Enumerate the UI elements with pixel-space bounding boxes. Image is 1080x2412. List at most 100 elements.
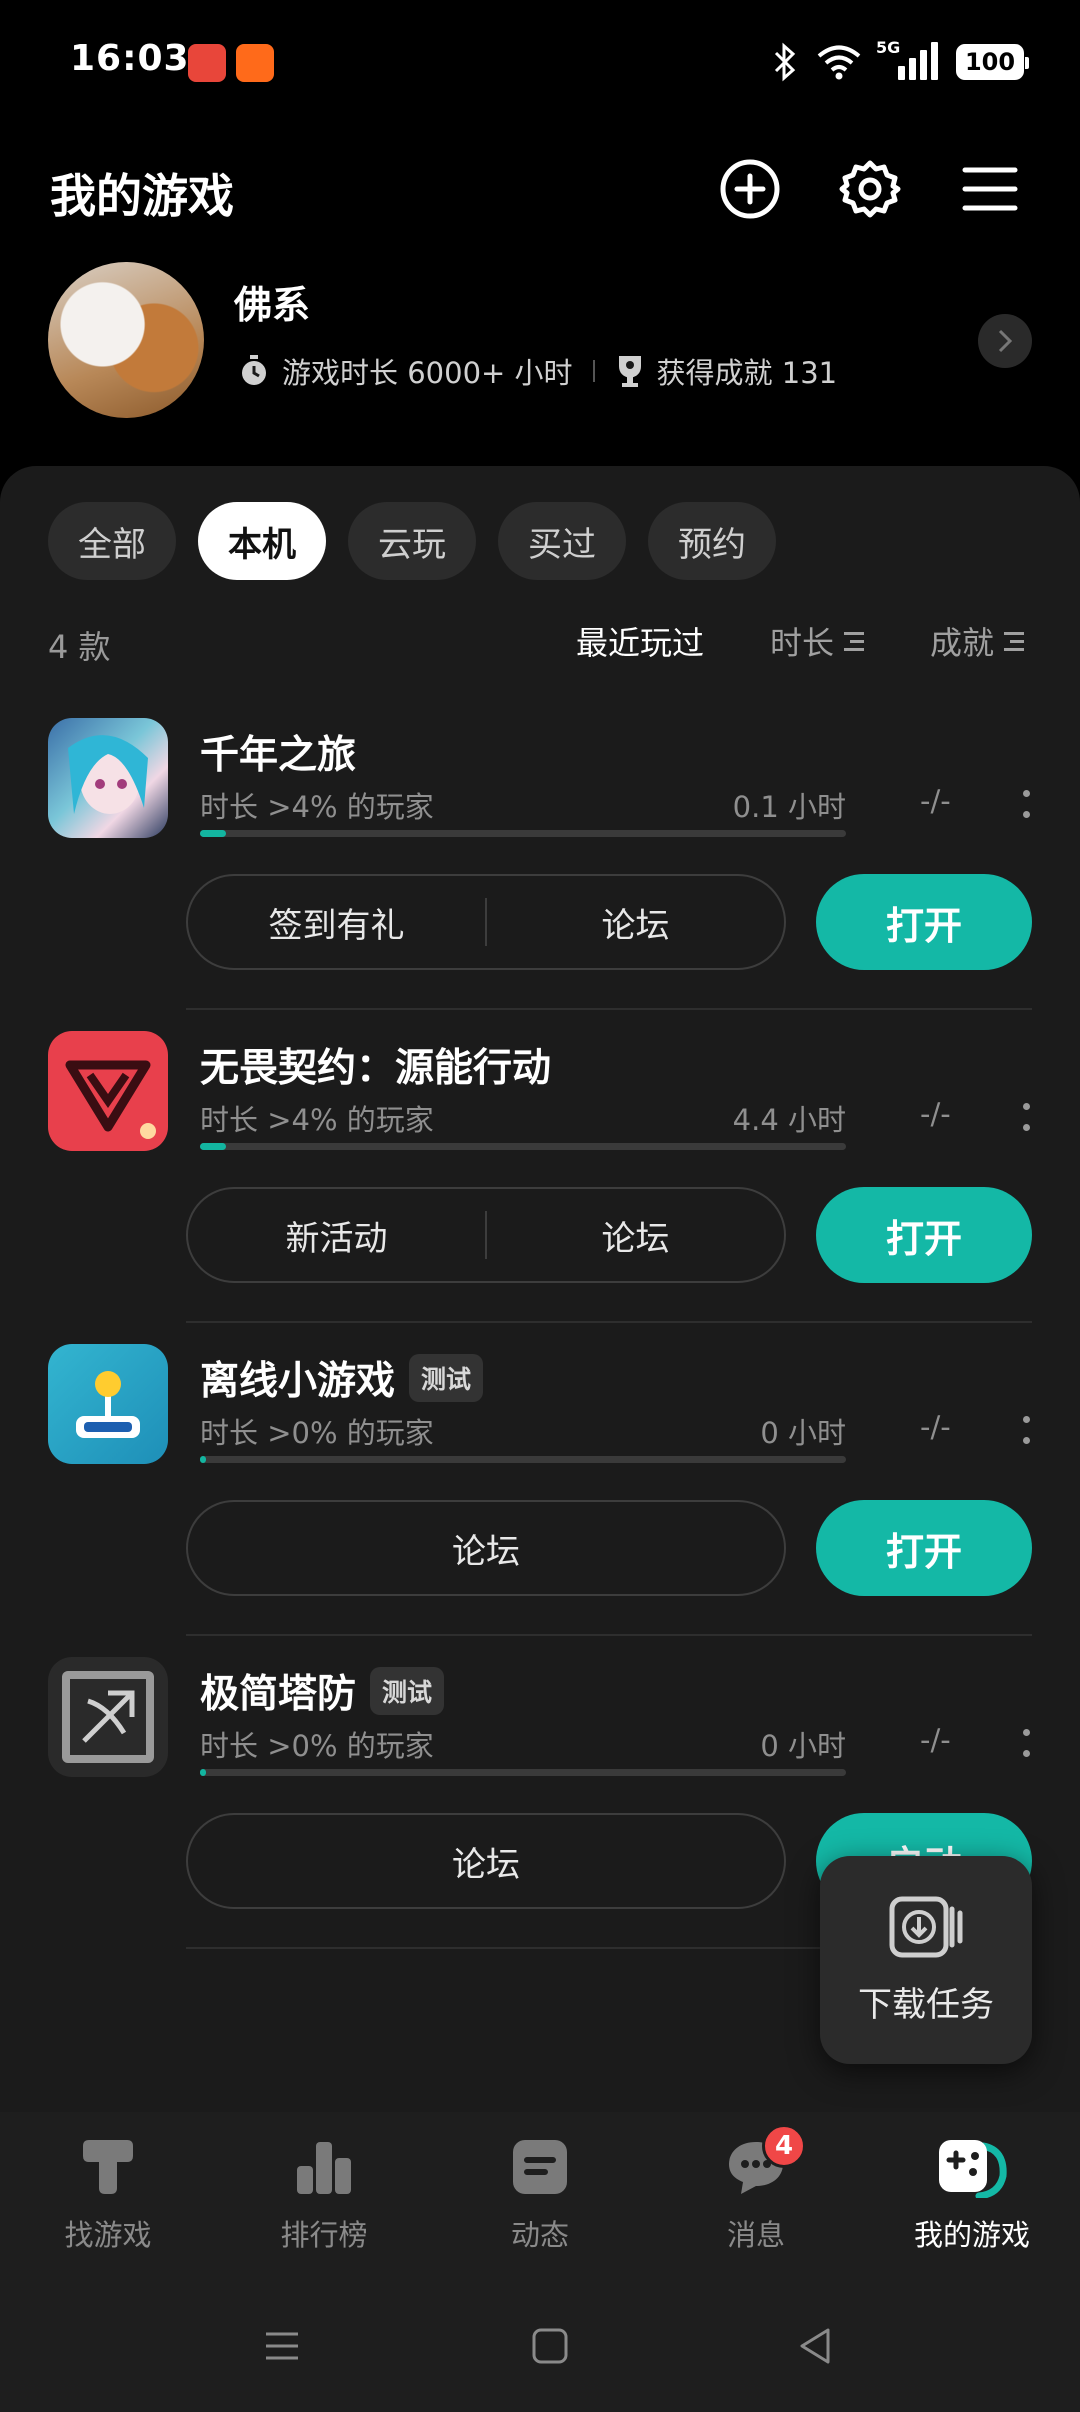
- tab-cloud[interactable]: 云玩: [348, 502, 476, 580]
- nav-my-games[interactable]: 我的游戏: [864, 2112, 1080, 2282]
- more-options-icon[interactable]: [1020, 1729, 1032, 1757]
- page-title: 我的游戏: [50, 169, 234, 223]
- game-subtitle: 时长 >4% 的玩家: [200, 1103, 434, 1137]
- new-event-button[interactable]: 新活动: [188, 1211, 485, 1260]
- avatar[interactable]: [48, 262, 204, 418]
- sort-duration-label: 时长: [769, 624, 834, 662]
- nav-feed[interactable]: 动态: [432, 2112, 648, 2282]
- game-name: 极简塔防: [200, 1672, 357, 1717]
- game-icon-qiannian[interactable]: [48, 718, 168, 838]
- plus-circle-icon: [720, 159, 780, 219]
- unread-badge: 4: [762, 2124, 806, 2168]
- test-badge: 测试: [409, 1354, 484, 1402]
- cellular-signal-icon: 5G: [876, 38, 938, 80]
- system-navigation-bar: [0, 2282, 1080, 2412]
- forum-button[interactable]: 论坛: [188, 1524, 784, 1573]
- menu-button[interactable]: [955, 154, 1025, 224]
- game-row[interactable]: 离线小游戏 测试 时长 >0% 的玩家 0 小时 -/- 论坛 打开: [0, 1344, 1080, 1656]
- sort-duration[interactable]: 时长: [770, 618, 864, 664]
- more-options-icon[interactable]: [1020, 1103, 1032, 1131]
- playtime-progress: [200, 1143, 846, 1150]
- game-subtitle: 时长 >0% 的玩家: [200, 1416, 434, 1450]
- game-name: 无畏契约：源能行动: [200, 1046, 552, 1091]
- bottom-navigation: 找游戏 排行榜 动态 4 消息 我的游戏: [0, 2112, 1080, 2282]
- forum-button[interactable]: 论坛: [188, 1837, 784, 1886]
- wifi-icon: [817, 45, 861, 80]
- download-icon: [889, 1896, 963, 1957]
- game-row[interactable]: 无畏契约：源能行动 时长 >4% 的玩家 4.4 小时 -/- 新活动 论坛 打…: [0, 1031, 1080, 1343]
- playtime-progress-fill: [200, 1769, 206, 1776]
- row-divider: [186, 1008, 1032, 1010]
- download-task-button[interactable]: 下载任务: [820, 1856, 1032, 2064]
- test-badge: 测试: [370, 1667, 445, 1715]
- game-hours: 0.1 小时: [732, 790, 846, 824]
- back-icon[interactable]: [796, 2326, 836, 2366]
- playtime-progress: [200, 1456, 846, 1463]
- forum-button[interactable]: 论坛: [487, 898, 784, 947]
- game-achievement: -/-: [920, 1723, 951, 1757]
- status-icons: 5G 100: [772, 38, 1029, 86]
- recent-apps-icon[interactable]: [262, 2326, 302, 2366]
- ranking-icon: [297, 2142, 351, 2194]
- add-button[interactable]: [715, 154, 785, 224]
- row-divider: [186, 1321, 1032, 1323]
- game-title: 无畏契约：源能行动: [200, 1037, 551, 1093]
- open-game-button[interactable]: 打开: [816, 874, 1032, 970]
- game-actions: 签到有礼 论坛: [186, 874, 786, 970]
- hamburger-menu-icon: [962, 167, 1018, 211]
- download-task-label: 下载任务: [858, 1984, 994, 2025]
- nav-find-games[interactable]: 找游戏: [0, 2112, 216, 2282]
- game-title: 离线小游戏 测试: [200, 1350, 484, 1406]
- my-games-icon: [939, 2140, 1007, 2198]
- game-actions: 论坛: [186, 1813, 786, 1909]
- status-time: 16:03: [70, 38, 190, 79]
- trophy-icon: [618, 356, 641, 387]
- game-name: 千年之旅: [200, 733, 357, 778]
- notification-app-icon: [236, 44, 274, 82]
- sort-recent[interactable]: 最近玩过: [576, 618, 704, 664]
- home-icon[interactable]: [530, 2326, 570, 2366]
- game-title: 极简塔防 测试: [200, 1663, 445, 1719]
- open-game-button[interactable]: 打开: [816, 1187, 1032, 1283]
- playtime-text: 游戏时长 6000+ 小时: [282, 356, 573, 390]
- game-icon-minimal-tower-defense[interactable]: [48, 1657, 168, 1777]
- playtime-progress-fill: [200, 830, 226, 837]
- game-subtitle: 时长 >0% 的玩家: [200, 1729, 434, 1763]
- network-type: 5G: [876, 38, 901, 57]
- forum-button[interactable]: 论坛: [487, 1211, 784, 1260]
- sort-achievement[interactable]: 成就: [930, 618, 1024, 664]
- game-hours: 0 小时: [760, 1729, 846, 1763]
- nav-messages[interactable]: 4 消息: [648, 2112, 864, 2282]
- divider: [592, 360, 595, 382]
- username[interactable]: 佛系: [234, 274, 310, 329]
- more-options-icon[interactable]: [1020, 790, 1032, 818]
- achievements-text: 获得成就 131: [656, 356, 838, 390]
- nav-ranking[interactable]: 排行榜: [216, 2112, 432, 2282]
- tab-local[interactable]: 本机: [198, 502, 326, 580]
- game-row[interactable]: 千年之旅 时长 >4% 的玩家 0.1 小时 -/- 签到有礼 论坛 打开: [0, 718, 1080, 1030]
- game-count: 4 款: [48, 628, 111, 666]
- settings-button[interactable]: [835, 154, 905, 224]
- nav-label: 消息: [726, 2218, 785, 2252]
- tab-purchased[interactable]: 买过: [498, 502, 626, 580]
- row-divider: [186, 1634, 1032, 1636]
- gear-icon: [839, 160, 901, 218]
- profile-stats: 游戏时长 6000+ 小时 获得成就 131: [238, 350, 837, 392]
- game-icon-valorant[interactable]: [48, 1031, 168, 1151]
- tab-all[interactable]: 全部: [48, 502, 176, 580]
- profile-detail-button[interactable]: [978, 314, 1032, 368]
- game-icon-offline-minigame[interactable]: [48, 1344, 168, 1464]
- tab-reserved[interactable]: 预约: [648, 502, 776, 580]
- checkin-gift-button[interactable]: 签到有礼: [188, 898, 485, 947]
- playtime-progress-fill: [200, 1456, 206, 1463]
- stopwatch-icon: [242, 355, 266, 385]
- filter-tabs: 全部 本机 云玩 买过 预约: [48, 502, 776, 580]
- more-options-icon[interactable]: [1020, 1416, 1032, 1444]
- sort-recent-label: 最近玩过: [575, 624, 704, 662]
- sort-icon: [1004, 631, 1024, 651]
- game-hours: 0 小时: [760, 1416, 846, 1450]
- open-game-button[interactable]: 打开: [816, 1500, 1032, 1596]
- playtime-progress: [200, 1769, 846, 1776]
- bluetooth-icon: [774, 42, 796, 82]
- game-title: 千年之旅: [200, 724, 356, 780]
